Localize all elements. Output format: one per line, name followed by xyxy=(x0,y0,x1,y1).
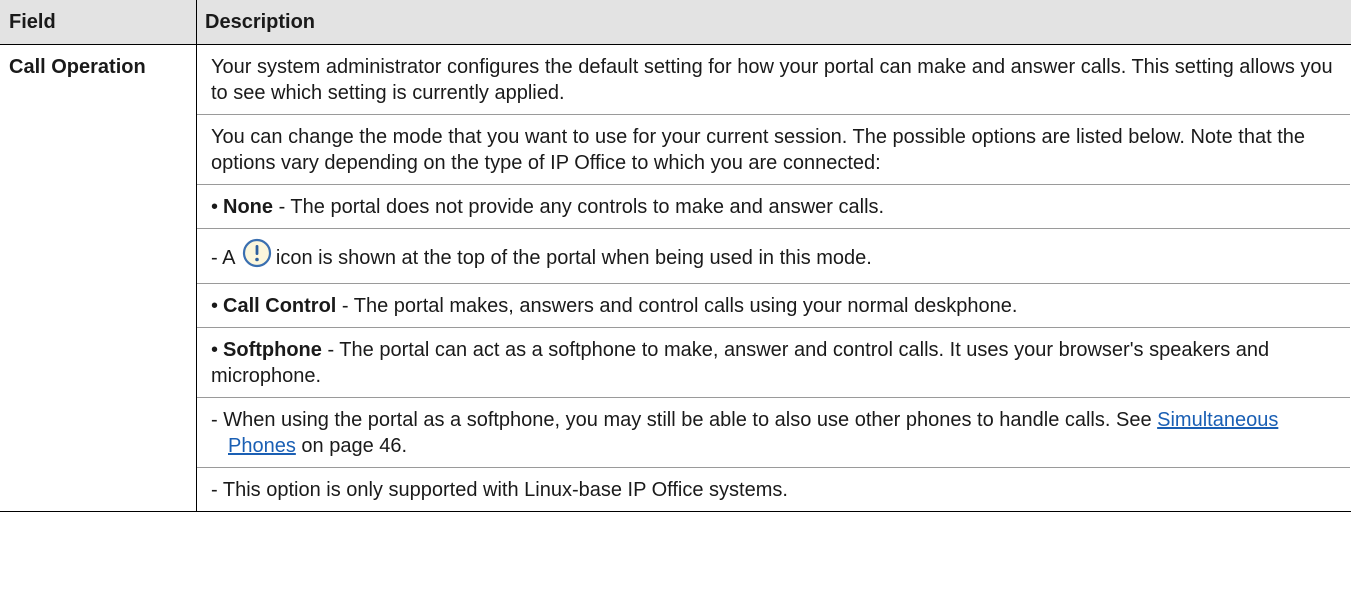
paragraph-text: You can change the mode that you want to… xyxy=(211,126,1306,174)
bullet-mark: • xyxy=(211,196,219,218)
table-row: Call Operation Your system administrator… xyxy=(0,44,1351,512)
sub-text: icon is shown at the top of the portal w… xyxy=(275,247,872,269)
header-field: Field xyxy=(0,0,197,45)
bullet-mark: • xyxy=(211,339,219,361)
option-term-call-control: Call Control xyxy=(223,295,337,317)
option-none: • None - The portal does not provide any … xyxy=(197,185,1350,229)
option-term-none: None xyxy=(223,196,274,218)
description-cell: Your system administrator configures the… xyxy=(196,44,1351,512)
option-text-softphone: - The portal can act as a softphone to m… xyxy=(211,339,1270,387)
sub-dash: - A xyxy=(211,247,235,269)
option-softphone-detail-1: - When using the portal as a softphone, … xyxy=(197,398,1350,468)
option-softphone-detail-2: - This option is only supported with Lin… xyxy=(197,468,1350,511)
header-description: Description xyxy=(196,0,1351,45)
field-description-table: Field Description Call Operation Your sy… xyxy=(0,0,1351,512)
option-call-control: • Call Control - The portal makes, answer… xyxy=(197,284,1350,328)
description-paragraph-modes: You can change the mode that you want to… xyxy=(197,115,1350,185)
option-term-softphone: Softphone xyxy=(223,339,322,361)
sub-item: - When using the portal as a softphone, … xyxy=(211,407,1336,459)
option-softphone: • Softphone - The portal can act as a sof… xyxy=(197,328,1350,398)
paragraph-text: Your system administrator configures the… xyxy=(211,56,1333,104)
option-text-call-control: - The portal makes, answers and control … xyxy=(336,295,1018,317)
sub-text: - This option is only supported with Lin… xyxy=(211,479,788,501)
description-paragraph-default: Your system administrator configures the… xyxy=(197,45,1350,115)
sub-text: - When using the portal as a softphone, … xyxy=(211,409,1158,431)
option-none-detail: - A icon is shown at the top of the port… xyxy=(197,229,1350,284)
option-text-none: - The portal does not provide any contro… xyxy=(273,196,885,218)
table-header-row: Field Description xyxy=(0,0,1351,45)
bullet-mark: • xyxy=(211,295,219,317)
exclamation-circle-icon xyxy=(242,238,272,275)
sub-text-after: on page 46. xyxy=(295,435,408,457)
field-name-call-operation: Call Operation xyxy=(0,44,197,512)
